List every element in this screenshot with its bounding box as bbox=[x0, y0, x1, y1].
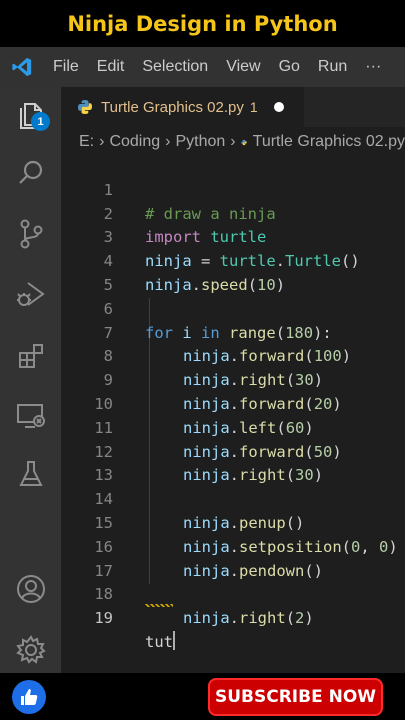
code-line: 6 for i in range(180): bbox=[61, 274, 405, 342]
warning-squiggle bbox=[145, 604, 173, 608]
extensions-icon[interactable] bbox=[10, 335, 52, 377]
breadcrumb-drive[interactable]: E: bbox=[79, 133, 94, 151]
code-line: 5 bbox=[61, 250, 405, 294]
tab-problem-count: 1 bbox=[249, 99, 258, 115]
breadcrumb: E: › Coding › Python › Turtle Graphics 0… bbox=[61, 127, 405, 157]
menu-run[interactable]: Run bbox=[309, 58, 356, 76]
method: right bbox=[239, 609, 286, 628]
menu-selection[interactable]: Selection bbox=[133, 58, 217, 76]
source-control-icon[interactable] bbox=[10, 213, 52, 255]
code-line: 10 ninja.left(60) bbox=[61, 369, 405, 437]
activity-bar: 1 bbox=[0, 87, 61, 673]
number: 2 bbox=[295, 609, 305, 628]
vscode-logo-icon[interactable] bbox=[0, 47, 44, 87]
thumbs-up-icon[interactable] bbox=[12, 680, 46, 714]
run-debug-icon[interactable] bbox=[10, 273, 52, 315]
code-line: 4 ninja.speed(10) bbox=[61, 226, 405, 294]
code-line: 2 import turtle bbox=[61, 179, 405, 247]
menu-edit[interactable]: Edit bbox=[88, 58, 134, 76]
explorer-badge: 1 bbox=[31, 112, 50, 131]
subscribe-button[interactable]: SUBSCRIBE NOW bbox=[208, 678, 383, 716]
settings-gear-icon[interactable] bbox=[10, 629, 52, 671]
menu-go[interactable]: Go bbox=[270, 58, 309, 76]
code-line: 7 ninja.forward(100) bbox=[61, 298, 405, 366]
text-cursor bbox=[173, 630, 175, 650]
code-line: 18 ninja.right(2) bbox=[61, 560, 405, 627]
video-title: Ninja Design in Python bbox=[67, 11, 338, 36]
chevron-right-icon: › bbox=[99, 133, 105, 150]
code-line: 16 ninja.pendown() bbox=[61, 512, 405, 580]
variable: ninja bbox=[183, 609, 230, 628]
account-icon[interactable] bbox=[10, 568, 52, 610]
chevron-right-icon: › bbox=[230, 133, 236, 150]
python-file-icon bbox=[241, 139, 247, 145]
menu-file[interactable]: File bbox=[44, 58, 88, 76]
code-line: 15 ninja.setposition(0, 0) bbox=[61, 488, 405, 556]
code-line-current: 19 tut bbox=[61, 583, 405, 651]
tab-bar: Turtle Graphics 02.py 1 bbox=[61, 87, 405, 127]
testing-flask-icon[interactable] bbox=[10, 453, 52, 495]
code-line: 13 bbox=[61, 441, 405, 484]
code-line: 17 bbox=[61, 536, 405, 580]
tab-label: Turtle Graphics 02.py bbox=[101, 98, 244, 116]
code-line: 3 ninja = turtle.Turtle() bbox=[61, 203, 405, 270]
menu-bar: File Edit Selection View Go Run ··· bbox=[0, 47, 405, 87]
tab-turtle-graphics[interactable]: Turtle Graphics 02.py 1 bbox=[61, 87, 304, 127]
code-line: 8 ninja.right(30) bbox=[61, 322, 405, 389]
remote-explorer-icon[interactable] bbox=[10, 395, 52, 437]
menu-more-icon[interactable]: ··· bbox=[356, 58, 390, 76]
code-line: 9 ninja.forward(20) bbox=[61, 345, 405, 413]
search-icon[interactable] bbox=[10, 152, 52, 194]
unsaved-dot-icon[interactable] bbox=[273, 102, 284, 112]
typed-text: tut bbox=[145, 632, 173, 651]
code-line: 12 ninja.right(30) bbox=[61, 417, 405, 485]
breadcrumb-python[interactable]: Python bbox=[175, 133, 225, 151]
editor-area: Turtle Graphics 02.py 1 E: › Coding › Py… bbox=[61, 87, 405, 673]
code-editor[interactable]: 1 # draw a ninja 2 import turtle 3 ninja… bbox=[61, 155, 405, 651]
code-line: 1 # draw a ninja bbox=[61, 155, 405, 223]
breadcrumb-coding[interactable]: Coding bbox=[109, 133, 160, 151]
line-number: 19 bbox=[94, 609, 113, 628]
code-line: 14 ninja.penup() bbox=[61, 464, 405, 532]
breadcrumb-file[interactable]: Turtle Graphics 02.py bbox=[253, 133, 405, 151]
code-line: 11 ninja.forward(50) bbox=[61, 393, 405, 461]
python-file-icon bbox=[78, 100, 92, 114]
video-title-banner: Ninja Design in Python bbox=[0, 0, 405, 47]
explorer-icon[interactable]: 1 bbox=[10, 93, 52, 135]
menu-view[interactable]: View bbox=[217, 58, 269, 76]
chevron-right-icon: › bbox=[165, 133, 171, 150]
